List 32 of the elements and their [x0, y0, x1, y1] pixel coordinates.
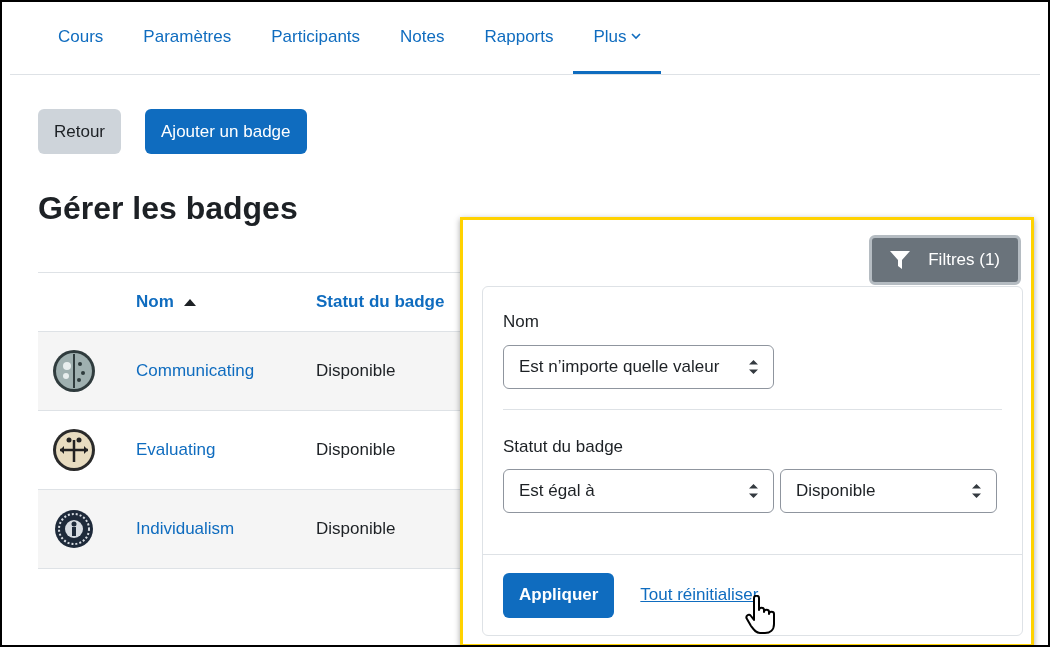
badge-icon — [52, 507, 96, 551]
select-field[interactable]: Est n’importe quelle valeur — [503, 344, 774, 389]
filter-label: Nom — [503, 311, 540, 333]
badge-status: Disponible — [316, 519, 396, 539]
badge-name-link[interactable]: Evaluating — [136, 440, 216, 460]
nav-tab[interactable]: Rapports — [464, 2, 574, 74]
nav-tab[interactable]: Paramètres — [123, 2, 252, 74]
badge-name-link[interactable]: Individualism — [136, 519, 235, 539]
filter-icon — [890, 251, 911, 269]
badge-icon — [52, 349, 96, 393]
filters-button[interactable]: Filtres (1) — [869, 235, 1021, 285]
badge-icon — [52, 428, 96, 472]
sort-caret-icon — [749, 359, 758, 374]
nav-tab[interactable]: Notes — [380, 2, 465, 74]
add-badge-button[interactable]: Ajouter un badge — [145, 109, 307, 154]
nav-tab[interactable]: Plus — [573, 2, 661, 74]
select-field[interactable]: Est égal à — [503, 469, 774, 513]
badge-name-link[interactable]: Communicating — [136, 361, 255, 381]
nav-tab[interactable]: Cours — [38, 2, 124, 74]
chevron-down-icon — [630, 33, 641, 40]
badge-status: Disponible — [316, 440, 396, 460]
filter-label: Statut du badge — [503, 435, 625, 458]
nav-tab[interactable]: Participants — [251, 2, 381, 74]
back-button[interactable]: Retour — [38, 109, 122, 154]
column-header-link[interactable]: Nom — [136, 289, 174, 315]
sort-caret-icon — [972, 484, 981, 498]
select-field[interactable]: Disponible — [780, 469, 997, 513]
page-heading: Gérer les badges — [38, 189, 299, 228]
badge-status: Disponible — [316, 361, 396, 381]
column-header-link[interactable]: Statut du badge — [316, 289, 445, 315]
apply-button[interactable]: Appliquer — [503, 572, 615, 618]
sort-caret-icon — [749, 484, 758, 498]
